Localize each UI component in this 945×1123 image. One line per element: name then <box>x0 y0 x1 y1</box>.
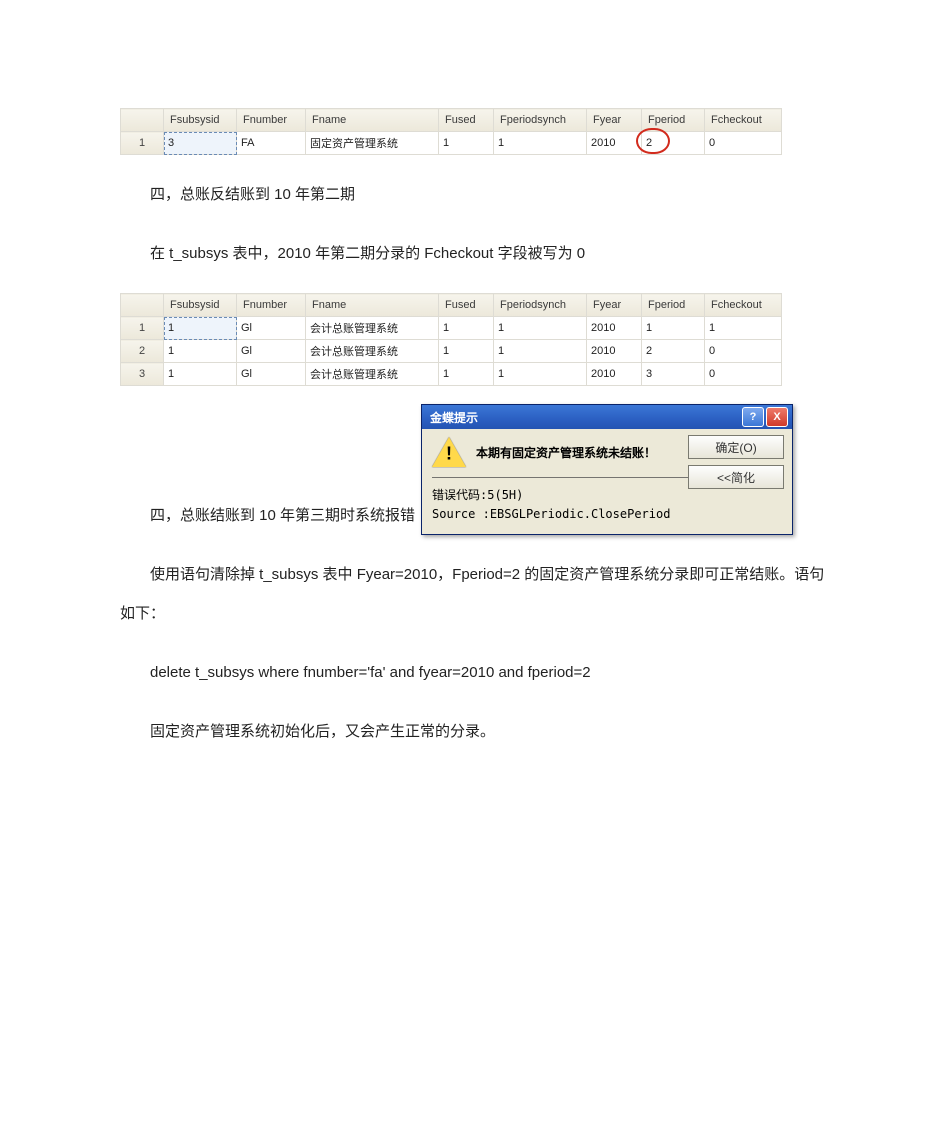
column-header: Fsubsysid <box>164 109 237 132</box>
close-icon[interactable]: X <box>766 407 788 427</box>
error-dialog: 金蝶提示 ? X 确定(O) <<简化 ! 本期有固定资产管理系统未结账！ 错误… <box>421 404 793 535</box>
rownum-header <box>121 294 164 317</box>
dialog-titlebar: 金蝶提示 ? X <box>422 405 792 429</box>
column-header: Fsubsysid <box>164 294 237 317</box>
paragraph-6: 固定资产管理系统初始化后，又会产生正常的分录。 <box>120 712 825 751</box>
cell: 会计总账管理系统 <box>306 363 439 386</box>
row-number: 3 <box>121 363 164 386</box>
table-row: 31Gl会计总账管理系统11201030 <box>121 363 782 386</box>
paragraph-1: 四，总账反结账到 10 年第二期 <box>120 175 825 214</box>
cell: Gl <box>237 317 306 340</box>
cell: 0 <box>705 132 782 155</box>
cell: 3 <box>642 363 705 386</box>
cell: 1 <box>439 132 494 155</box>
cell: 0 <box>705 340 782 363</box>
cell: 会计总账管理系统 <box>306 340 439 363</box>
paragraph-3: 四，总账结账到 10 年第三期时系统报错 <box>120 496 415 535</box>
table-row: 13FA固定资产管理系统11201020 <box>121 132 782 155</box>
row-number: 1 <box>121 317 164 340</box>
cell: 1 <box>494 363 587 386</box>
column-header: Fused <box>439 294 494 317</box>
column-header: Fname <box>306 294 439 317</box>
cell: 3 <box>164 132 237 155</box>
cell: Gl <box>237 340 306 363</box>
rownum-header <box>121 109 164 132</box>
cell: 1 <box>494 132 587 155</box>
detail-button[interactable]: <<简化 <box>688 465 784 489</box>
cell: 2 <box>642 340 705 363</box>
cell: 1 <box>642 317 705 340</box>
table-fa: FsubsysidFnumberFnameFusedFperiodsynchFy… <box>120 108 782 155</box>
column-header: Fperiod <box>642 109 705 132</box>
ok-button[interactable]: 确定(O) <box>688 435 784 459</box>
row-number: 1 <box>121 132 164 155</box>
table-row: 11Gl会计总账管理系统11201011 <box>121 317 782 340</box>
cell: 1 <box>164 340 237 363</box>
cell: 固定资产管理系统 <box>306 132 439 155</box>
cell: 2010 <box>587 132 642 155</box>
column-header: Fperiodsynch <box>494 294 587 317</box>
column-header: Fyear <box>587 294 642 317</box>
dialog-title: 金蝶提示 <box>430 409 740 426</box>
cell: Gl <box>237 363 306 386</box>
column-header: Fnumber <box>237 294 306 317</box>
paragraph-2: 在 t_subsys 表中，2010 年第二期分录的 Fcheckout 字段被… <box>120 234 825 273</box>
column-header: Fused <box>439 109 494 132</box>
paragraph-4: 使用语句清除掉 t_subsys 表中 Fyear=2010，Fperiod=2… <box>120 555 825 633</box>
paragraph-sql: delete t_subsys where fnumber='fa' and f… <box>120 653 825 692</box>
cell: 1 <box>164 317 237 340</box>
cell: 1 <box>494 340 587 363</box>
column-header: Fcheckout <box>705 109 782 132</box>
cell: 1 <box>494 317 587 340</box>
help-icon[interactable]: ? <box>742 407 764 427</box>
column-header: Fyear <box>587 109 642 132</box>
cell: 1 <box>439 363 494 386</box>
error-source: Source :EBSGLPeriodic.ClosePeriod <box>432 505 784 524</box>
column-header: Fperiod <box>642 294 705 317</box>
column-header: Fperiodsynch <box>494 109 587 132</box>
column-header: Fcheckout <box>705 294 782 317</box>
table-gl: FsubsysidFnumberFnameFusedFperiodsynchFy… <box>120 293 782 386</box>
cell: 2010 <box>587 363 642 386</box>
cell: 1 <box>705 317 782 340</box>
cell: FA <box>237 132 306 155</box>
table-row: 21Gl会计总账管理系统11201020 <box>121 340 782 363</box>
cell: 1 <box>164 363 237 386</box>
cell: 1 <box>439 340 494 363</box>
cell: 2010 <box>587 317 642 340</box>
cell: 2010 <box>587 340 642 363</box>
cell: 2 <box>642 132 705 155</box>
column-header: Fnumber <box>237 109 306 132</box>
warning-icon: ! <box>432 437 466 467</box>
cell: 1 <box>439 317 494 340</box>
cell: 会计总账管理系统 <box>306 317 439 340</box>
highlight-circle <box>636 128 670 154</box>
cell: 0 <box>705 363 782 386</box>
row-number: 2 <box>121 340 164 363</box>
column-header: Fname <box>306 109 439 132</box>
